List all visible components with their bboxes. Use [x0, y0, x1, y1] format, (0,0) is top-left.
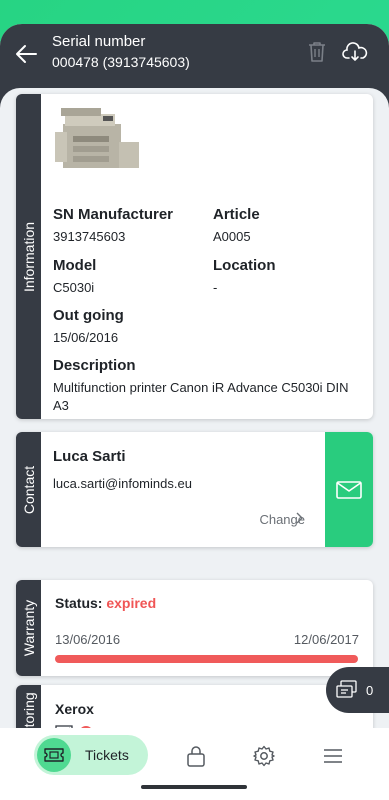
contact-name: Luca Sarti: [53, 448, 126, 465]
download-button[interactable]: [339, 38, 371, 66]
location-value: -: [213, 280, 218, 295]
header-title-group: Serial number 000478 (3913745603): [52, 33, 190, 71]
warranty-card: Warranty Status: expired 13/06/2016 12/0…: [16, 580, 373, 676]
nav-menu[interactable]: [321, 744, 345, 768]
content-area: Information SN Manufacturer 3913745603 A…: [0, 88, 389, 728]
page-title: Serial number: [52, 33, 146, 50]
app-screen: Serial number 000478 (3913745603) Inform…: [0, 24, 389, 800]
article-label: Article: [213, 206, 260, 223]
monitoring-side-label: Monitoring: [20, 692, 37, 728]
model-label: Model: [53, 257, 97, 274]
article-value: A0005: [213, 229, 251, 244]
warranty-status-label: Status:: [55, 595, 103, 611]
monitoring-card: Monitoring Xerox: [16, 685, 373, 728]
nav-tickets-icon-wrap: [37, 738, 71, 772]
chevron-right-icon: [296, 512, 303, 524]
back-arrow-icon: [16, 45, 37, 63]
cloud-download-icon: [342, 42, 368, 61]
contact-side-tab: Contact: [16, 432, 41, 547]
outgoing-value: 15/06/2016: [53, 330, 119, 345]
lock-icon: [187, 746, 205, 767]
tickets-icon: [44, 748, 64, 762]
contact-side-label: Contact: [20, 465, 37, 514]
mail-icon: [336, 480, 362, 499]
back-button[interactable]: [8, 36, 44, 72]
printer-image: [55, 108, 139, 168]
warranty-end-date: 12/06/2017: [293, 632, 359, 647]
nav-tickets[interactable]: Tickets: [34, 735, 148, 775]
monitoring-name: Xerox: [55, 701, 94, 717]
description-value: Multifunction printer Canon iR Advance C…: [53, 380, 349, 413]
settings-icon: [253, 745, 275, 767]
home-indicator: [141, 785, 247, 789]
send-email-button[interactable]: [325, 432, 373, 547]
delete-button[interactable]: [301, 38, 333, 66]
nav-tickets-label: Tickets: [85, 747, 129, 763]
contact-email: luca.sarti@infominds.eu: [53, 476, 192, 491]
sn-manufacturer-label: SN Manufacturer: [53, 206, 174, 223]
warranty-status-value: expired: [106, 595, 157, 611]
warranty-progress-bar: [55, 655, 358, 663]
location-label: Location: [213, 257, 276, 274]
information-side-tab: Information: [16, 94, 41, 419]
information-card: Information SN Manufacturer 3913745603 A…: [16, 94, 373, 419]
model-value: C5030i: [53, 280, 95, 295]
menu-icon: [324, 749, 342, 763]
page-subtitle: 000478 (3913745603): [52, 54, 190, 70]
bottom-navbar: Tickets: [0, 728, 389, 800]
information-side-label: Information: [20, 221, 37, 292]
sn-manufacturer-value: 3913745603: [53, 229, 126, 244]
tickets-fab[interactable]: 0: [326, 667, 389, 713]
nav-settings[interactable]: [252, 744, 276, 768]
outgoing-label: Out going: [53, 307, 124, 324]
warranty-start-date: 13/06/2016: [55, 632, 121, 647]
ticket-stack-icon: [336, 680, 357, 698]
monitoring-side-tab: Monitoring: [16, 685, 41, 728]
trash-icon: [309, 42, 325, 62]
description-label: Description: [53, 357, 136, 374]
tickets-count: 0: [366, 682, 374, 698]
nav-lock[interactable]: [184, 744, 208, 768]
warranty-side-tab: Warranty: [16, 580, 41, 676]
warranty-status: Status: expired: [55, 595, 156, 611]
warranty-side-label: Warranty: [20, 599, 37, 657]
contact-card: Contact Luca Sarti luca.sarti@infominds.…: [16, 432, 373, 547]
